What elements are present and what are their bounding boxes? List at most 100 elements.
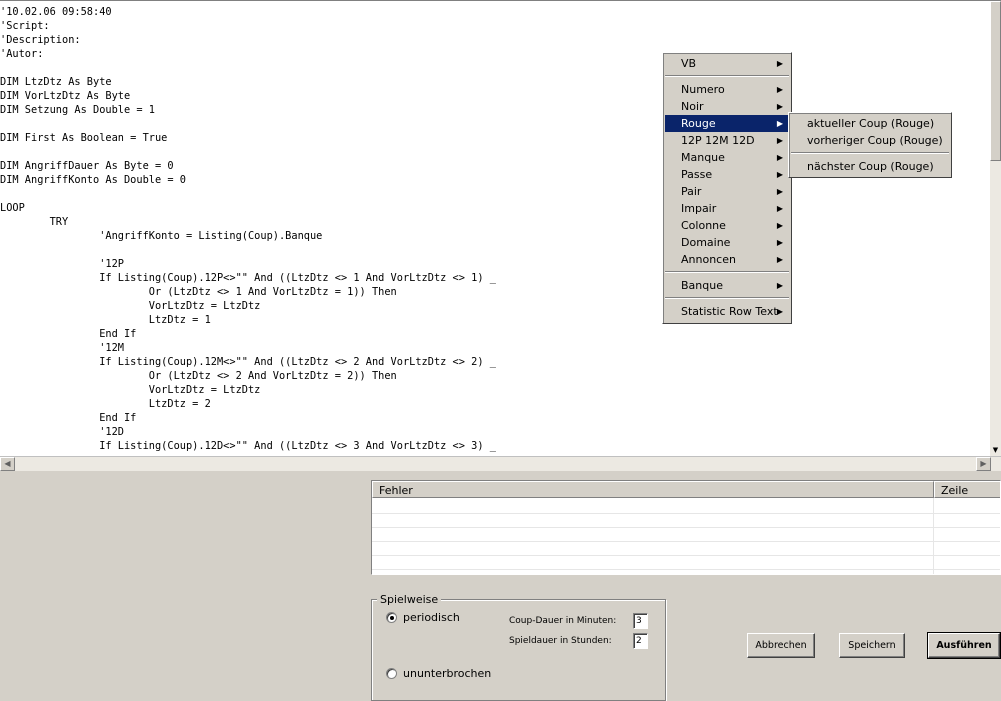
code-line: '10.02.06 09:58:40 — [0, 6, 112, 18]
submenu-arrow-icon: ▶ — [776, 153, 783, 162]
code-line: DIM LtzDtz As Byte — [0, 76, 112, 88]
menu-item-label: vorheriger Coup (Rouge) — [807, 134, 943, 147]
code-line: TRY — [0, 216, 69, 228]
code-line: End If — [0, 412, 137, 424]
menu-item-label: Pair — [681, 185, 702, 198]
menu-item-manque[interactable]: Manque ▶ — [665, 149, 789, 166]
menu-separator — [665, 271, 789, 273]
submenu-arrow-icon: ▶ — [776, 204, 783, 213]
menu-item-label: aktueller Coup (Rouge) — [807, 117, 935, 130]
radio-continuous[interactable] — [386, 668, 397, 679]
run-button[interactable]: Ausführen — [927, 632, 1001, 659]
menu-item-previous-coup-rouge[interactable]: vorheriger Coup (Rouge) — [791, 132, 949, 149]
menu-item-label: Colonne — [681, 219, 726, 232]
cancel-button[interactable]: Abbrechen — [747, 633, 815, 658]
menu-item-statistic-row-text[interactable]: Statistic Row Text ▶ — [665, 303, 789, 320]
vertical-scrollbar[interactable]: ▼ — [990, 1, 1001, 456]
code-line: DIM VorLtzDtz As Byte — [0, 90, 131, 102]
menu-item-label: Numero — [681, 83, 725, 96]
row-gridline — [372, 541, 1000, 542]
menu-item-impair[interactable]: Impair ▶ — [665, 200, 789, 217]
submenu-arrow-icon: ▶ — [776, 170, 783, 179]
play-duration-label: Spieldauer in Stunden: — [509, 636, 612, 646]
scroll-left-arrow-icon[interactable]: ◀ — [0, 457, 15, 471]
play-duration-input[interactable]: 2 — [633, 633, 648, 649]
menu-item-next-coup-rouge[interactable]: nächster Coup (Rouge) — [791, 158, 949, 175]
code-line: 'Autor: — [0, 48, 44, 60]
menu-item-vb[interactable]: VB ▶ — [665, 55, 789, 72]
submenu-arrow-icon: ▶ — [776, 255, 783, 264]
submenu-arrow-icon: ▶ — [776, 238, 783, 247]
submenu-arrow-icon: ▶ — [776, 221, 783, 230]
menu-item-banque[interactable]: Banque ▶ — [665, 277, 789, 294]
code-line: DIM First As Boolean = True — [0, 132, 168, 144]
menu-separator — [665, 297, 789, 299]
column-divider — [933, 498, 934, 574]
menu-item-label: VB — [681, 57, 697, 70]
code-line: If Listing(Coup).12M<>"" And ((LtzDtz <>… — [0, 356, 496, 368]
playmode-title: Spielweise — [377, 593, 442, 606]
code-line: LtzDtz = 2 — [0, 398, 211, 410]
code-line: '12P — [0, 258, 124, 270]
code-line: Or (LtzDtz <> 2 And VorLtzDtz = 2)) Then — [0, 370, 397, 382]
context-menu: VB ▶ Numero ▶ Noir ▶ Rouge ▶ 12P 12M 12D ▶ Manque ▶… — [662, 52, 792, 324]
submenu-rouge: aktueller Coup (Rouge) vorheriger Coup (… — [788, 112, 952, 178]
menu-item-domaine[interactable]: Domaine ▶ — [665, 234, 789, 251]
menu-separator — [791, 152, 949, 154]
code-line: DIM AngriffKonto As Double = 0 — [0, 174, 186, 186]
code-line: If Listing(Coup).12P<>"" And ((LtzDtz <>… — [0, 272, 496, 284]
error-list[interactable]: Fehler Zeile — [371, 480, 1001, 575]
scroll-right-arrow-icon[interactable]: ▶ — [976, 457, 991, 471]
menu-separator — [665, 75, 789, 77]
code-line: DIM AngriffDauer As Byte = 0 — [0, 160, 174, 172]
code-line: '12D — [0, 426, 124, 438]
menu-item-label: Impair — [681, 202, 717, 215]
submenu-arrow-icon: ▶ — [776, 119, 783, 128]
menu-item-label: Noir — [681, 100, 704, 113]
code-text-area[interactable]: '10.02.06 09:58:40 'Script: 'Description: '… — [0, 5, 990, 455]
coup-duration-label: Coup-Dauer in Minuten: — [509, 616, 617, 626]
menu-item-rouge[interactable]: Rouge ▶ — [665, 115, 789, 132]
horizontal-scrollbar[interactable]: ◀ ▶ — [0, 456, 1001, 471]
submenu-arrow-icon: ▶ — [776, 85, 783, 94]
code-line: 'Script: — [0, 20, 50, 32]
menu-item-label: Banque — [681, 279, 723, 292]
radio-continuous-label[interactable]: ununterbrochen — [403, 667, 491, 680]
menu-item-12p-12m-12d[interactable]: 12P 12M 12D ▶ — [665, 132, 789, 149]
menu-item-label: Rouge — [681, 117, 716, 130]
menu-item-label: Manque — [681, 151, 725, 164]
menu-item-noir[interactable]: Noir ▶ — [665, 98, 789, 115]
row-gridline — [372, 513, 1000, 514]
code-line: End If — [0, 328, 137, 340]
scroll-down-arrow-icon[interactable]: ▼ — [990, 445, 1001, 456]
code-line: VorLtzDtz = LtzDtz — [0, 384, 261, 396]
code-line: DIM Setzung As Double = 1 — [0, 104, 155, 116]
menu-item-colonne[interactable]: Colonne ▶ — [665, 217, 789, 234]
column-header-error[interactable]: Fehler — [372, 481, 934, 498]
menu-item-annoncen[interactable]: Annoncen ▶ — [665, 251, 789, 268]
menu-item-label: Statistic Row Text — [681, 305, 778, 318]
menu-item-passe[interactable]: Passe ▶ — [665, 166, 789, 183]
code-line: 'AngriffKonto = Listing(Coup).Banque — [0, 230, 323, 242]
menu-item-label: Passe — [681, 168, 713, 181]
vertical-scroll-thumb[interactable] — [990, 1, 1001, 161]
submenu-arrow-icon: ▶ — [776, 281, 783, 290]
coup-duration-input[interactable]: 3 — [633, 613, 648, 629]
menu-item-current-coup-rouge[interactable]: aktueller Coup (Rouge) — [791, 115, 949, 132]
menu-item-pair[interactable]: Pair ▶ — [665, 183, 789, 200]
radio-periodic-label[interactable]: periodisch — [403, 611, 460, 624]
menu-item-label: nächster Coup (Rouge) — [807, 160, 934, 173]
code-line: LOOP — [0, 202, 25, 214]
column-header-label: Zeile — [941, 484, 969, 497]
submenu-arrow-icon: ▶ — [776, 59, 783, 68]
column-header-line[interactable]: Zeile — [934, 481, 1000, 498]
save-button[interactable]: Speichern — [839, 633, 905, 658]
menu-item-numero[interactable]: Numero ▶ — [665, 81, 789, 98]
menu-item-label: 12P 12M 12D — [681, 134, 755, 147]
row-gridline — [372, 527, 1000, 528]
radio-periodic[interactable] — [386, 612, 397, 623]
code-editor[interactable]: '10.02.06 09:58:40 'Script: 'Description: '… — [0, 0, 1001, 471]
submenu-arrow-icon: ▶ — [776, 102, 783, 111]
column-header-label: Fehler — [379, 484, 413, 497]
code-line: Or (LtzDtz <> 1 And VorLtzDtz = 1)) Then — [0, 286, 397, 298]
